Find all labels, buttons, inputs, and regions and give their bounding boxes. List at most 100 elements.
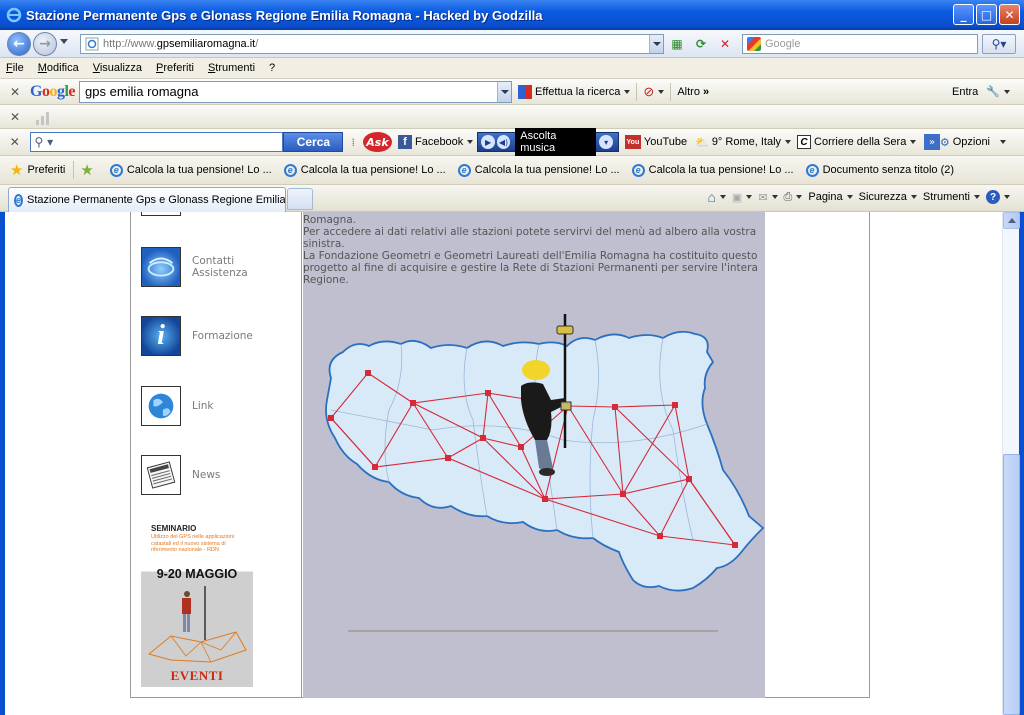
mail-icon: ✉	[758, 191, 768, 204]
menu-item-link[interactable]: Link	[141, 386, 214, 426]
ie-page-icon: e	[109, 163, 123, 177]
menu-item-news[interactable]: News	[141, 455, 220, 495]
feeds-button[interactable]: ▣	[731, 191, 753, 204]
search-grid-icon	[518, 84, 533, 99]
ask-search-input[interactable]: ⚲ ▾	[29, 132, 284, 152]
new-tab-button[interactable]	[287, 188, 313, 210]
close-toolbar-icon[interactable]: ✕	[8, 85, 22, 99]
star-icon: ★	[10, 162, 24, 179]
page-viewport: Contatti Assistenza i Formazione Link New…	[5, 212, 1002, 715]
vertical-scrollbar[interactable]	[1002, 212, 1020, 715]
close-window-button[interactable]: ✕	[999, 4, 1020, 25]
print-button[interactable]: ⎙	[784, 191, 803, 204]
tools-menu[interactable]: Strumenti	[923, 191, 980, 203]
rss-icon: ▣	[731, 191, 743, 204]
security-menu[interactable]: Sicurezza	[859, 191, 917, 203]
url-field[interactable]: http://www.gpsemiliaromagna.it/	[80, 34, 664, 54]
stop-icon[interactable]: ✕	[716, 35, 734, 53]
menu-file[interactable]: File	[6, 62, 24, 74]
ie-logo-icon	[6, 7, 22, 23]
url-dropdown-icon[interactable]	[649, 35, 663, 53]
back-button[interactable]: ←	[7, 32, 31, 56]
tab-active[interactable]: e Stazione Permanente Gps e Glonass Regi…	[8, 187, 286, 212]
add-favorite-icon[interactable]: ★	[80, 161, 97, 179]
favorite-link[interactable]: e Calcola la tua pensione! Lo ...	[631, 163, 794, 177]
signin-button[interactable]: Entra	[952, 86, 978, 98]
news-button[interactable]: C Corriere della Sera	[797, 135, 917, 149]
favorite-link[interactable]: e Calcola la tua pensione! Lo ...	[457, 163, 620, 177]
favorite-link[interactable]: e Documento senza titolo (2)	[805, 163, 954, 177]
seminario-banner[interactable]: SEMINARIO Utilizzo del GPS nelle applica…	[141, 522, 253, 687]
window-controls: _ □ ✕	[953, 4, 1020, 25]
popup-blocker-button[interactable]: ⊘	[643, 84, 665, 100]
close-toolbar-icon[interactable]: ✕	[8, 110, 22, 124]
left-menu: Contatti Assistenza i Formazione Link New…	[131, 212, 302, 698]
scroll-up-button[interactable]	[1003, 212, 1020, 229]
volume-icon[interactable]: ◀)	[496, 135, 511, 149]
options-button[interactable]: ⚙ Opzioni	[940, 136, 1006, 149]
more-chevron-icon[interactable]: »	[924, 134, 940, 150]
help-button[interactable]: ?	[986, 190, 1010, 204]
search-go-button[interactable]: ⚲▾	[982, 34, 1016, 54]
google-toolbar: ✕ Google gps emilia romagna Effettua la …	[0, 79, 1024, 105]
facebook-button[interactable]: f Facebook	[397, 135, 474, 149]
search-placeholder: Google	[765, 38, 801, 50]
cerca-button[interactable]: Cerca	[283, 132, 344, 152]
menu-strumenti[interactable]: Strumenti	[208, 62, 255, 74]
compatibility-icon[interactable]: ▦	[668, 35, 686, 53]
forward-button[interactable]: →	[33, 32, 57, 56]
address-toolbar: ← → http://www.gpsemiliaromagna.it/ ▦ ⟳ …	[0, 30, 1024, 58]
refresh-icon[interactable]: ⟳	[692, 35, 710, 53]
page-menu[interactable]: Pagina	[808, 191, 853, 203]
music-player[interactable]: ▶ ◀) Ascolta musica ▾	[477, 128, 619, 156]
menu-preferiti[interactable]: Preferiti	[156, 62, 194, 74]
options-icon: ⚙	[939, 136, 950, 149]
menu-item-contatti[interactable]: Contatti Assistenza	[141, 247, 248, 287]
home-button[interactable]: ⌂	[707, 189, 726, 205]
mail-button[interactable]: ✉	[758, 191, 778, 204]
ask-toolbar: ✕ ⚲ ▾ Cerca ⁞ Ask f Facebook ▶ ◀) Ascolta…	[0, 128, 1024, 156]
menu-label: Link	[192, 400, 214, 412]
wrench-icon[interactable]: 🔧	[986, 85, 1010, 98]
menu-item-formazione[interactable]: i Formazione	[141, 316, 253, 356]
favorites-button[interactable]: ★ Preferiti	[10, 161, 65, 179]
window-title: Stazione Permanente Gps e Glonass Region…	[26, 7, 543, 23]
youtube-icon: You	[624, 135, 641, 149]
minimize-button[interactable]: _	[953, 4, 974, 25]
globe-icon	[141, 386, 181, 426]
scroll-thumb[interactable]	[1003, 454, 1020, 715]
google-search-button[interactable]: Effettua la ricerca	[518, 84, 631, 99]
close-toolbar-icon[interactable]: ✕	[8, 135, 22, 149]
promo-heading: SEMINARIO	[151, 524, 197, 533]
tab-label: Stazione Permanente Gps e Glonass Region…	[27, 194, 286, 206]
ie-page-icon: e	[631, 163, 645, 177]
more-button[interactable]: Altro »	[677, 86, 709, 98]
ask-logo-icon[interactable]: Ask	[362, 132, 392, 152]
favorite-link[interactable]: e Calcola la tua pensione! Lo ...	[109, 163, 272, 177]
google-search-input[interactable]: gps emilia romagna	[79, 80, 513, 103]
menu-visualizza[interactable]: Visualizza	[93, 62, 142, 74]
music-dropdown-icon[interactable]: ▾	[599, 135, 613, 149]
menu-label: Formazione	[192, 330, 253, 342]
emilia-romagna-network-map	[325, 314, 765, 592]
menu-modifica[interactable]: Modifica	[38, 62, 79, 74]
title-bar: Stazione Permanente Gps e Glonass Region…	[0, 0, 1024, 30]
command-bar: ⌂ ▣ ✉ ⎙ Pagina Sicurezza Strumenti ?	[707, 189, 1010, 205]
play-icon[interactable]: ▶	[481, 135, 495, 149]
youtube-button[interactable]: You YouTube	[624, 135, 687, 149]
corriere-icon: C	[797, 135, 812, 149]
info-icon: i	[141, 316, 181, 356]
facebook-icon: f	[397, 135, 412, 149]
promo-dates: 9-20 MAGGIO	[156, 567, 238, 581]
favorite-link[interactable]: e Calcola la tua pensione! Lo ...	[283, 163, 446, 177]
newspaper-icon	[141, 455, 181, 495]
search-icon: ⚲ ▾	[34, 135, 54, 149]
query-dropdown-icon[interactable]	[497, 81, 512, 102]
url-text: http://www.gpsemiliaromagna.it/	[103, 38, 259, 50]
signal-bars-icon	[36, 111, 49, 125]
weather-button[interactable]: ⛅ 9° Rome, Italy	[695, 136, 792, 149]
history-dropdown-icon[interactable]	[60, 39, 68, 44]
web-search-input[interactable]: Google	[742, 34, 978, 54]
maximize-button[interactable]: □	[976, 4, 997, 25]
menu-help[interactable]: ?	[269, 62, 275, 74]
